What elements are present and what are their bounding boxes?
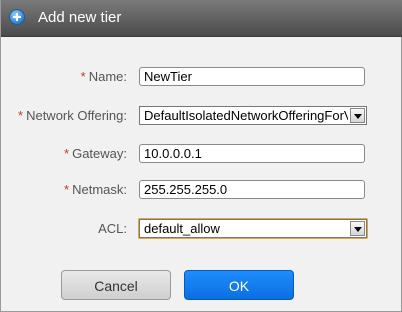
required-mark: * [18, 108, 24, 123]
name-row: * Name: [1, 67, 402, 87]
netmask-row: * Netmask: [1, 180, 402, 200]
required-mark: * [64, 182, 70, 197]
netmask-label-text: Netmask: [72, 182, 127, 197]
gateway-label: * Gateway: [64, 146, 127, 161]
name-label-text: Name: [88, 69, 127, 84]
acl-value: default_allow [144, 221, 220, 236]
cancel-button[interactable]: Cancel [61, 270, 171, 300]
chevron-down-icon[interactable] [350, 221, 365, 236]
network-offering-label-text: Network Offering: [26, 108, 127, 123]
acl-label: ACL: [98, 221, 127, 236]
network-offering-value: DefaultIsolatedNetworkOfferingForV [144, 108, 348, 123]
netmask-label: * Netmask: [64, 182, 127, 197]
ok-button[interactable]: OK [184, 270, 294, 300]
network-offering-label: * Network Offering: [18, 108, 127, 123]
required-mark: * [64, 146, 70, 161]
name-input[interactable] [139, 67, 365, 86]
name-label: * Name: [81, 69, 127, 84]
network-offering-row: * Network Offering: DefaultIsolatedNetwor… [1, 106, 402, 126]
dialog-title: Add new tier [38, 9, 122, 26]
gateway-row: * Gateway: [1, 144, 402, 164]
required-mark: * [80, 69, 86, 84]
gateway-label-text: Gateway: [72, 146, 127, 161]
dialog-titlebar: Add new tier [1, 0, 402, 37]
add-circle-icon [9, 9, 25, 25]
acl-row: ACL: default_allow [1, 218, 402, 239]
gateway-input[interactable] [139, 144, 365, 163]
netmask-input[interactable] [139, 180, 365, 199]
chevron-down-icon[interactable] [350, 108, 365, 123]
network-offering-select[interactable]: DefaultIsolatedNetworkOfferingForV [139, 106, 367, 125]
acl-select[interactable]: default_allow [139, 219, 367, 238]
add-tier-dialog: Add new tier *Name: *Network Offering: D… [0, 0, 402, 312]
